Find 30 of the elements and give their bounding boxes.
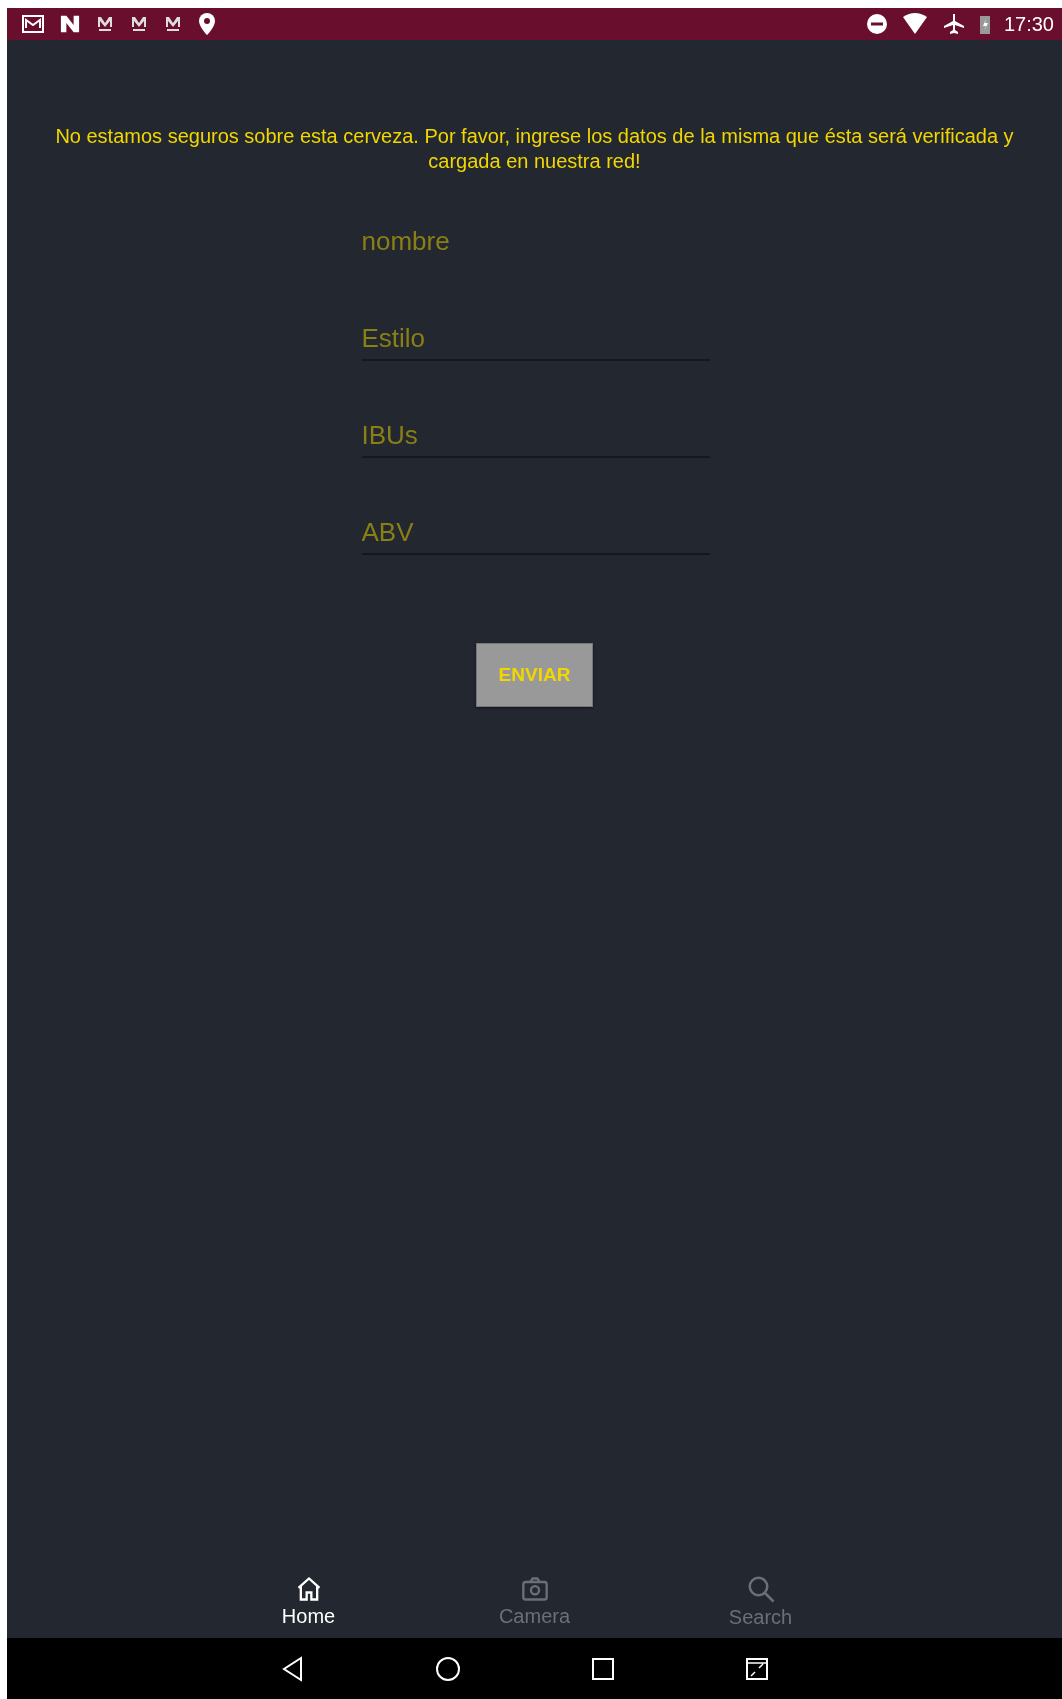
back-button[interactable]: [280, 1655, 305, 1682]
square-icon: [590, 1656, 615, 1681]
home-button[interactable]: [434, 1655, 461, 1682]
airplane-icon: [941, 12, 966, 36]
mail-icon: [21, 12, 45, 36]
mail-icon: [129, 14, 149, 34]
search-icon: [745, 1574, 776, 1604]
circle-icon: [434, 1655, 461, 1682]
do-not-disturb-icon: [865, 13, 888, 35]
input-field[interactable]: IBUs: [361, 414, 710, 458]
battery-icon: [979, 14, 990, 34]
clock-time: 17:30: [1003, 12, 1054, 36]
location-pin-icon: [197, 12, 217, 36]
input-field[interactable]: ABV: [361, 511, 710, 555]
mail-icon: [163, 14, 183, 34]
input-field[interactable]: Estilo: [361, 317, 710, 361]
submit-button[interactable]: ENVIAR: [476, 643, 593, 707]
camera-icon: [519, 1575, 550, 1603]
resize-button[interactable]: [744, 1656, 769, 1681]
resize-icon: [744, 1656, 769, 1681]
mail-icon: [95, 14, 115, 34]
input-field[interactable]: nombre: [361, 220, 710, 264]
wifi-icon: [901, 13, 928, 35]
tab[interactable]: Camera: [421, 1565, 648, 1638]
back-icon: [280, 1655, 305, 1682]
info-message: No estamos seguros sobre esta cerveza. Por favor, ingrese los datos de la misma que ésta será verificada y cargada en nuestra red!: [54, 124, 1015, 174]
recents-button[interactable]: [590, 1656, 615, 1681]
news-icon: [59, 14, 81, 34]
tab[interactable]: Search: [647, 1565, 874, 1638]
tab[interactable]: Home: [195, 1565, 422, 1638]
